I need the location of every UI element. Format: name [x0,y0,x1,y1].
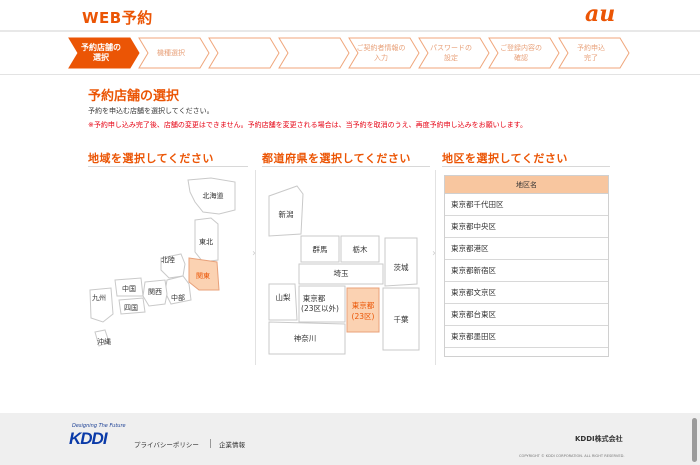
region-section-heading: 地域を選択してください [88,152,214,165]
region-map: 北海道 東北 北陸 関東 中部 関西 中国 四国 九州 沖縄 [85,172,245,356]
district-row[interactable]: 東京都台東区 [445,304,608,326]
region-label: 四国 [124,304,138,312]
prefecture-label: (23区以外) [301,303,339,313]
step-contractor-info: ご契約者情報の 入力 [348,37,420,69]
corp-name: KDDI株式会社 [575,435,623,443]
district-section-heading: 地区を選択してください [442,152,568,165]
step-label: パスワードの 設定 [430,44,472,62]
district-row[interactable]: 東京都新宿区 [445,260,608,282]
chevron-right-icon: › [432,248,436,259]
district-row[interactable]: 東京都千代田区 [445,194,608,216]
page-title: 予約店舗の選択 [88,89,180,104]
step-4 [278,37,350,69]
district-row[interactable]: 東京都港区 [445,238,608,260]
column-divider [255,170,256,365]
step-label: ご契約者情報の 入力 [356,44,406,62]
region-label: 中部 [171,293,185,302]
prefecture-label: 栃木 [353,244,368,254]
prefecture-label: 山梨 [276,292,291,302]
chevron-right-icon: › [252,248,256,259]
prefecture-label: 東京都 [303,293,326,303]
scrollbar-thumb[interactable] [692,418,697,462]
step-device-selection: 機種選択 [138,37,210,69]
region-label: 関東 [196,271,210,280]
district-table: 地区名 東京都千代田区 東京都中央区 東京都港区 東京都新宿区 東京都文京区 東… [444,175,609,357]
warning-text: ※予約申し込み完了後、店舗の変更はできません。予約店舗を変更される場合は、当予約… [88,121,527,129]
region-label: 北海道 [203,191,224,200]
web-reservation-page: WEB予約 au 予約店舗の 選択 機種選択 ご契約者情報の 入力 パスワードの… [0,0,700,465]
region-heading-underline [88,166,248,167]
page-brand-title: WEB予約 [82,9,153,27]
au-logo[interactable]: au [585,1,615,27]
step-complete: 予約申込 完了 [558,37,630,69]
prefecture-heading-underline [262,166,430,167]
step-store-selection: 予約店舗の 選択 [68,37,140,69]
step-label [284,37,338,69]
region-label: 九州 [92,293,106,302]
step-label [214,37,268,69]
progress-steps: 予約店舗の 選択 機種選択 ご契約者情報の 入力 パスワードの 設定 ご登録内容… [68,37,632,69]
company-info-link[interactable]: 企業情報 [219,439,245,449]
prefecture-label: 茨城 [394,262,409,272]
prefecture-label: 埼玉 [334,268,349,278]
region-label: 北陸 [161,255,175,264]
privacy-policy-link[interactable]: プライバシーポリシー [134,439,199,449]
header: WEB予約 au [0,0,700,32]
steps-divider [0,74,700,75]
prefecture-label: (23区) [352,312,375,321]
prefecture-label: 東京都 [352,300,375,310]
step-label: 予約申込 完了 [577,44,605,62]
district-heading-underline [442,166,610,167]
footer: Designing The Future KDDI プライバシーポリシー 企業情… [0,413,700,465]
step-confirmation: ご登録内容の 確認 [488,37,560,69]
prefecture-ibaraki[interactable] [384,237,418,287]
prefecture-label: 神奈川 [294,333,317,343]
prefecture-map: 新潟 群馬 栃木 埼玉 茨城 山梨 東京都 (23区以外) 東京都 (23区) … [265,172,425,361]
prefecture-section-heading: 都道府県を選択してください [262,152,411,165]
step-3 [208,37,280,69]
step-password-setting: パスワードの 設定 [418,37,490,69]
district-row[interactable]: 東京都中央区 [445,216,608,238]
step-label: 予約店舗の 選択 [81,43,121,62]
district-row[interactable]: 東京都文京区 [445,282,608,304]
footer-link-divider [210,439,211,448]
kddi-logo[interactable]: KDDI [69,429,108,449]
prefecture-yamanashi[interactable] [268,283,298,321]
prefecture-label: 群馬 [313,244,328,254]
district-row[interactable]: 東京都墨田区 [445,326,608,348]
step-label: 機種選択 [157,49,185,57]
page-description: 予約を申込む店舗を選択してください。 [88,107,214,115]
district-table-header: 地区名 [445,176,608,194]
region-label: 関西 [148,288,162,296]
region-label: 中国 [122,284,136,293]
region-label: 沖縄 [97,337,111,346]
column-divider [435,170,436,365]
prefecture-label: 新潟 [279,209,294,219]
copyright-text: COPYRIGHT © KDDI CORPORATION. ALL RIGHT … [519,454,625,458]
prefecture-tokyo-23[interactable] [346,287,380,333]
prefecture-label: 千葉 [394,314,409,324]
region-label: 東北 [199,237,213,246]
step-label: ご登録内容の 確認 [500,44,542,62]
